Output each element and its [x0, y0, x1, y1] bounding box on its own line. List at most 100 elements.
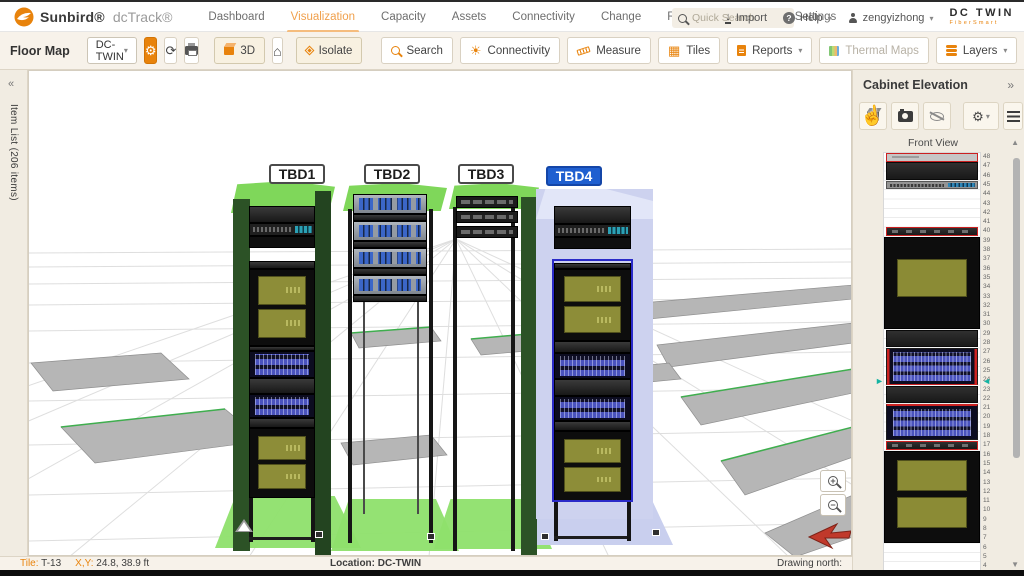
tiles-button[interactable]: ▦ Tiles	[658, 37, 720, 64]
gear-icon: ⚙	[972, 110, 984, 123]
username: zengyizhong	[863, 12, 925, 24]
corner-triangle-marker	[235, 519, 253, 532]
elevation-unit-u16[interactable]	[884, 451, 980, 543]
elevation-unit-u48[interactable]	[886, 153, 978, 162]
rack-label-tbd2[interactable]: TBD2	[364, 164, 420, 184]
floor-marker	[315, 531, 323, 538]
elevation-unit-u39[interactable]	[884, 237, 980, 329]
u-number-19: 19	[983, 422, 999, 431]
item-list-collapsed-panel: « Item List (206 items)	[0, 70, 28, 556]
cabinet-elevation-rack[interactable]: ► ◄	[883, 152, 981, 576]
status-bar: Tile: T-13 X,Y: 24.8, 38.9 ft Location: …	[0, 556, 852, 570]
u-number-31: 31	[983, 310, 999, 319]
print-icon	[185, 46, 198, 55]
item-list-title[interactable]: Item List (206 items)	[8, 104, 19, 201]
elevation-unit-u27[interactable]	[886, 348, 978, 384]
nav-item-capacity[interactable]: Capacity	[381, 11, 426, 23]
scroll-down-icon[interactable]: ▼	[1011, 560, 1019, 569]
elevation-unit-u47[interactable]	[886, 162, 978, 180]
view-label: Floor Map	[10, 44, 70, 58]
u-number-38: 38	[983, 245, 999, 254]
layers-button[interactable]: Layers ▾	[936, 37, 1018, 64]
search-button[interactable]: Search	[381, 37, 452, 64]
panel-title: Cabinet Elevation	[863, 78, 968, 92]
sunbird-logo-icon	[14, 7, 34, 27]
elevation-unit-u21[interactable]	[886, 404, 978, 440]
nav-item-change[interactable]: Change	[601, 11, 641, 23]
u-number-25: 25	[983, 366, 999, 375]
letterbox-strip	[0, 570, 1024, 576]
rack-label-tbd1[interactable]: TBD1	[269, 164, 325, 184]
front-view-label: Front View	[891, 137, 975, 149]
user-menu[interactable]: zengyizhong ▾	[848, 12, 934, 24]
u-number-21: 21	[983, 403, 999, 412]
isolate-button[interactable]: Isolate	[296, 37, 363, 64]
rack-label-tbd4[interactable]: TBD4	[546, 166, 602, 186]
u-number-6: 6	[983, 543, 999, 552]
print-button[interactable]	[184, 37, 199, 64]
floor-select[interactable]: DC-TWIN ▾	[87, 37, 137, 64]
floor-marker	[652, 529, 660, 536]
elevation-unit-u40[interactable]	[886, 227, 978, 236]
elevation-unit-u23[interactable]	[886, 386, 978, 404]
nav-item-dashboard[interactable]: Dashboard	[208, 11, 264, 23]
collapse-chevron-icon[interactable]: «	[8, 78, 14, 90]
eye-off-icon	[930, 112, 944, 121]
thermal-maps-button[interactable]: Thermal Maps	[819, 37, 929, 64]
u-number-42: 42	[983, 208, 999, 217]
settings-button[interactable]: ⚙	[144, 37, 158, 64]
measure-button[interactable]: Measure	[567, 37, 651, 64]
zoom-in-icon: +	[828, 476, 838, 486]
u-number-33: 33	[983, 292, 999, 301]
elevation-unit-u45[interactable]	[886, 181, 978, 190]
elevation-scrollbar[interactable]	[1013, 158, 1020, 458]
chevron-down-icon: ▾	[929, 14, 933, 23]
u-number-34: 34	[983, 282, 999, 291]
help-icon: ?	[783, 12, 795, 24]
u-number-35: 35	[983, 273, 999, 282]
import-button[interactable]: ↓ Import	[725, 12, 767, 24]
nav-item-visualization[interactable]: Visualization	[291, 11, 355, 23]
connectivity-icon: ☀	[470, 44, 482, 57]
u-number-17: 17	[983, 440, 999, 449]
home-icon: ⌂	[273, 44, 281, 58]
dc-twin-logo: DC TWIN FiberSmart	[949, 8, 1014, 28]
floor-map-toolbar: Floor Map DC-TWIN ▾ ⚙ ⟳ 3D ⌂ Isolate Sea…	[0, 32, 1024, 70]
scroll-up-icon[interactable]: ▲	[1011, 138, 1019, 147]
isolate-icon	[304, 46, 314, 56]
zoom-out-button[interactable]: −	[820, 494, 846, 516]
panel-settings-button[interactable]: ⚙ ▾	[963, 102, 999, 130]
connectivity-button[interactable]: ☀ Connectivity	[460, 37, 560, 64]
elevation-unit-u29[interactable]	[886, 330, 978, 348]
floor-map-3d-canvas[interactable]: TBD1 TBD2 TBD3 TBD4 + −	[28, 70, 852, 556]
navbar-right: ↓ Import ? Help ▾ zengyizhong ▾ DC TWIN …	[725, 2, 1014, 34]
floor-grid	[29, 71, 852, 556]
nav-item-connectivity[interactable]: Connectivity	[512, 11, 575, 23]
snapshot-button[interactable]	[891, 102, 919, 130]
panel-menu-button[interactable]	[1003, 102, 1023, 130]
home-button[interactable]: ⌂	[272, 37, 282, 64]
xy-readout: X,Y: 24.8, 38.9 ft	[75, 558, 149, 569]
3d-toggle-button[interactable]: 3D	[214, 37, 265, 64]
hide-button[interactable]	[923, 102, 951, 130]
zoom-in-button[interactable]: +	[820, 470, 846, 492]
elevation-unit-u17[interactable]	[886, 441, 978, 450]
location-readout: Location: DC-TWIN	[330, 558, 421, 569]
u-number-43: 43	[983, 199, 999, 208]
u-number-48: 48	[983, 152, 999, 161]
u-number-10: 10	[983, 505, 999, 514]
u-number-18: 18	[983, 431, 999, 440]
rack-label-tbd3[interactable]: TBD3	[458, 164, 514, 184]
refresh-button[interactable]: ⟳	[164, 37, 177, 64]
zoom-out-icon: −	[828, 500, 838, 510]
u-number-9: 9	[983, 515, 999, 524]
tile-readout: Tile: T-13	[20, 558, 61, 569]
nav-item-assets[interactable]: Assets	[452, 11, 487, 23]
drawing-north-label: Drawing north:	[777, 558, 842, 569]
expand-chevron-icon[interactable]: »	[1007, 78, 1014, 92]
gear-icon: ⚙	[145, 44, 157, 57]
help-menu[interactable]: ? Help ▾	[783, 12, 832, 24]
u-number-44: 44	[983, 189, 999, 198]
reports-button[interactable]: Reports ▾	[727, 37, 812, 64]
u-number-5: 5	[983, 552, 999, 561]
